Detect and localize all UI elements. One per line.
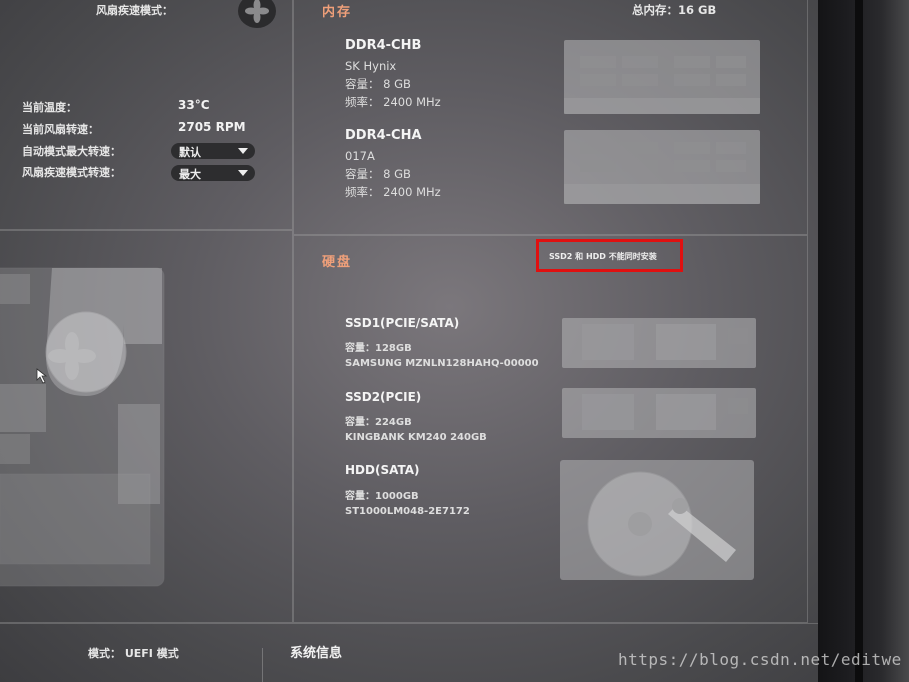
current-temp-value: 33°C bbox=[178, 98, 210, 112]
current-fan-speed-value: 2705 RPM bbox=[178, 120, 246, 134]
auto-max-speed-label: 自动模式最大转速： bbox=[22, 145, 121, 158]
fan-panel bbox=[0, 0, 293, 230]
memory-module-frequency: 频率： 2400 MHz bbox=[345, 185, 441, 199]
drive-model: KINGBANK KM240 240GB bbox=[345, 432, 487, 443]
monitor-bezel-edge bbox=[855, 0, 863, 682]
disk-title: 硬盘 bbox=[322, 255, 353, 270]
ram-module-icon bbox=[564, 40, 760, 114]
monitor-bezel bbox=[818, 0, 909, 682]
drive-model: ST1000LM048-2E7172 bbox=[345, 506, 470, 517]
memory-module-vendor: 017A bbox=[345, 149, 375, 163]
install-warning-note: SSD2 和 HDD 不能同时安装 bbox=[536, 239, 683, 272]
system-info-tab[interactable]: 系统信息 bbox=[290, 642, 342, 661]
memory-total: 总内存：16 GB bbox=[632, 3, 717, 17]
memory-module-name: DDR4-CHB bbox=[345, 38, 422, 53]
current-temp-label: 当前温度： bbox=[22, 101, 77, 114]
drive-name: HDD(SATA) bbox=[345, 463, 420, 477]
bios-screen: 风扇疾速模式： 当前温度： 33°C 当前风扇转速： 2705 RPM 自动模式… bbox=[0, 0, 818, 682]
mouse-cursor-icon bbox=[36, 368, 48, 384]
auto-max-speed-select[interactable]: 默认 bbox=[171, 143, 255, 159]
drive-capacity: 容量：224GB bbox=[345, 417, 412, 428]
fan-icon bbox=[245, 0, 269, 23]
drive-name: SSD2(PCIE) bbox=[345, 390, 422, 404]
chevron-down-icon bbox=[238, 148, 248, 154]
fan-turbo-toggle[interactable] bbox=[238, 0, 276, 28]
turbo-speed-label: 风扇疾速模式转速： bbox=[22, 166, 121, 179]
ram-module-icon bbox=[564, 130, 760, 204]
fan-turbo-mode-label: 风扇疾速模式： bbox=[96, 4, 173, 17]
memory-module-capacity: 容量： 8 GB bbox=[345, 77, 411, 91]
chevron-down-icon bbox=[238, 170, 248, 176]
memory-title: 内存 bbox=[322, 5, 353, 20]
drive-model: SAMSUNG MZNLN128HAHQ-00000 bbox=[345, 358, 539, 369]
drive-capacity: 容量：128GB bbox=[345, 343, 412, 354]
install-warning-text: SSD2 和 HDD 不能同时安装 bbox=[549, 252, 657, 261]
m2-ssd-icon bbox=[562, 388, 756, 438]
turbo-speed-value: 最大 bbox=[179, 168, 201, 181]
memory-module-name: DDR4-CHA bbox=[345, 128, 422, 143]
turbo-speed-select[interactable]: 最大 bbox=[171, 165, 255, 181]
hdd-icon bbox=[560, 460, 754, 580]
laptop-internals-diagram bbox=[0, 267, 165, 587]
boot-mode: 模式： UEFI 模式 bbox=[88, 647, 179, 660]
m2-ssd-icon bbox=[562, 318, 756, 368]
watermark: https://blog.csdn.net/editwe bbox=[618, 650, 902, 669]
current-fan-speed-label: 当前风扇转速： bbox=[22, 123, 99, 136]
drive-name: SSD1(PCIE/SATA) bbox=[345, 316, 460, 330]
memory-module-vendor: SK Hynix bbox=[345, 59, 397, 73]
drive-capacity: 容量：1000GB bbox=[345, 491, 419, 502]
auto-max-speed-value: 默认 bbox=[179, 146, 201, 159]
memory-module-frequency: 频率： 2400 MHz bbox=[345, 95, 441, 109]
memory-module-capacity: 容量： 8 GB bbox=[345, 167, 411, 181]
bottom-divider bbox=[262, 648, 263, 682]
